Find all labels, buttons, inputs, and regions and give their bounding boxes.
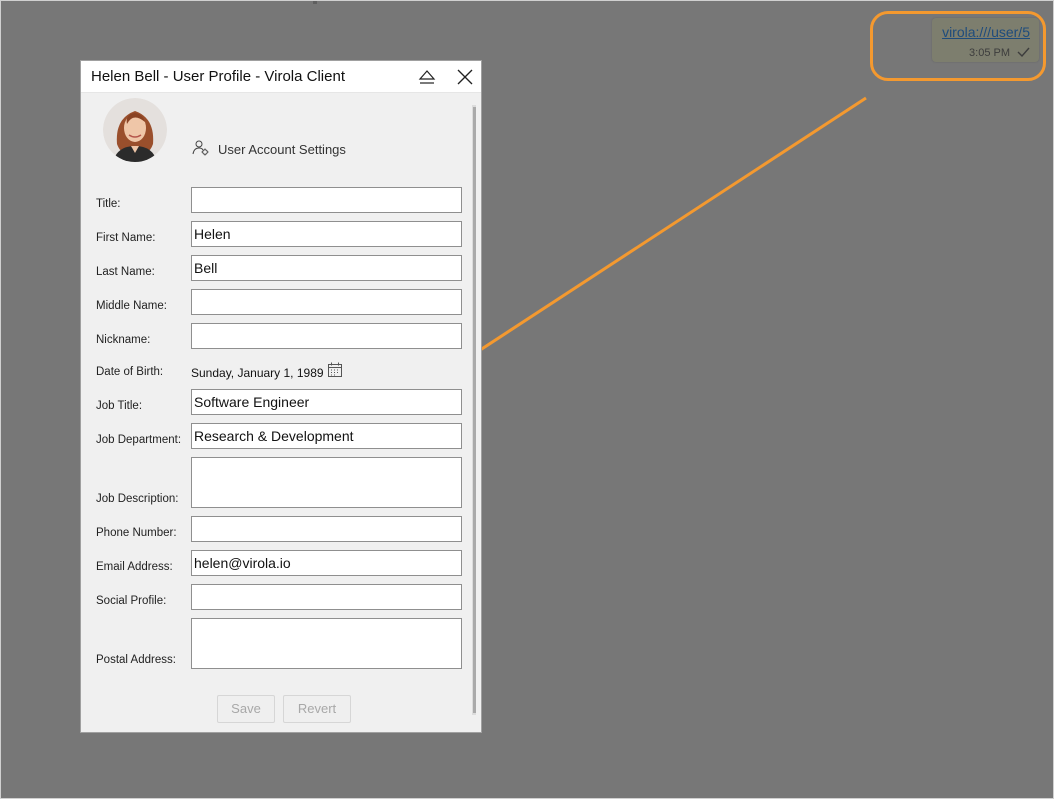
eject-icon[interactable] xyxy=(417,67,437,87)
date-of-birth-label: Date of Birth: xyxy=(96,366,164,378)
scrollbar-thumb[interactable] xyxy=(473,107,476,713)
postal-address-field[interactable] xyxy=(191,618,462,669)
title-label: Title: xyxy=(96,198,121,210)
top-edge-mark xyxy=(313,1,317,4)
save-button[interactable]: Save xyxy=(217,695,275,723)
nickname-field[interactable] xyxy=(191,323,462,349)
desktop-background: virola:///user/5 3:05 PM Helen Bell - Us… xyxy=(0,0,1054,799)
first-name-label: First Name: xyxy=(96,232,156,244)
email-address-field[interactable] xyxy=(191,550,462,576)
title-field[interactable] xyxy=(191,187,462,213)
job-description-field[interactable] xyxy=(191,457,462,508)
window-titlebar: Helen Bell - User Profile - Virola Clien… xyxy=(81,61,481,93)
highlight-ring xyxy=(870,11,1046,81)
social-profile-label: Social Profile: xyxy=(96,595,167,607)
job-description-label: Job Description: xyxy=(96,493,179,505)
phone-number-label: Phone Number: xyxy=(96,527,177,539)
calendar-icon[interactable] xyxy=(327,362,343,378)
window-title: Helen Bell - User Profile - Virola Clien… xyxy=(91,68,345,85)
last-name-label: Last Name: xyxy=(96,266,155,278)
job-department-label: Job Department: xyxy=(96,434,182,446)
date-of-birth-value: Sunday, January 1, 1989 xyxy=(191,366,324,380)
user-settings-icon xyxy=(192,140,209,156)
user-profile-window: Helen Bell - User Profile - Virola Clien… xyxy=(80,60,482,733)
close-icon[interactable] xyxy=(455,67,475,87)
first-name-field[interactable] xyxy=(191,221,462,247)
avatar xyxy=(103,98,167,162)
middle-name-label: Middle Name: xyxy=(96,300,167,312)
social-profile-field[interactable] xyxy=(191,584,462,610)
job-department-field[interactable] xyxy=(191,423,462,449)
postal-address-label: Postal Address: xyxy=(96,654,176,666)
nickname-label: Nickname: xyxy=(96,334,151,346)
email-address-label: Email Address: xyxy=(96,561,173,573)
middle-name-field[interactable] xyxy=(191,289,462,315)
revert-button[interactable]: Revert xyxy=(283,695,351,723)
job-title-field[interactable] xyxy=(191,389,462,415)
job-title-label: Job Title: xyxy=(96,400,143,412)
last-name-field[interactable] xyxy=(191,255,462,281)
phone-number-field[interactable] xyxy=(191,516,462,542)
user-account-settings-label: User Account Settings xyxy=(218,142,346,157)
